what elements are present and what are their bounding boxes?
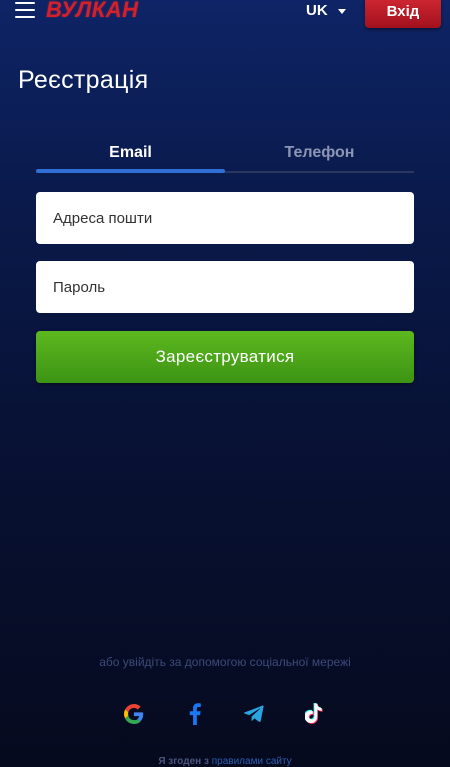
- register-button[interactable]: Зареєструватися: [36, 331, 414, 383]
- menu-icon[interactable]: [15, 1, 35, 19]
- terms-consent: Я згоден з правилами сайту: [0, 756, 450, 767]
- active-tab-indicator: [36, 169, 225, 173]
- chevron-down-icon: [337, 8, 346, 14]
- login-button[interactable]: Вхід: [365, 0, 441, 28]
- google-icon[interactable]: [120, 700, 148, 728]
- language-label: UK: [306, 2, 328, 19]
- telegram-icon[interactable]: [240, 700, 268, 728]
- site-rules-link[interactable]: правилами сайту: [212, 756, 292, 767]
- menu-icon-line: [15, 16, 35, 18]
- logo[interactable]: ВУЛКАН: [46, 0, 139, 23]
- registration-tabs: Email Телефон: [36, 136, 414, 174]
- social-login-caption: або увійдіть за допомогою соціальної мер…: [99, 655, 351, 669]
- menu-icon-line: [15, 2, 35, 4]
- tab-phone[interactable]: Телефон: [225, 136, 414, 170]
- facebook-icon[interactable]: [181, 700, 209, 728]
- social-login-row: [0, 700, 450, 728]
- password-field[interactable]: [36, 261, 414, 313]
- menu-icon-line: [15, 9, 35, 11]
- tiktok-icon[interactable]: [301, 700, 329, 728]
- tab-email[interactable]: Email: [36, 136, 225, 170]
- consent-text: Я згоден з: [158, 756, 209, 767]
- top-bar: ВУЛКАН UK Вхід: [0, 0, 450, 28]
- email-field[interactable]: [36, 192, 414, 244]
- page-title: Реєстрація: [18, 66, 149, 94]
- language-selector[interactable]: UK: [306, 2, 346, 19]
